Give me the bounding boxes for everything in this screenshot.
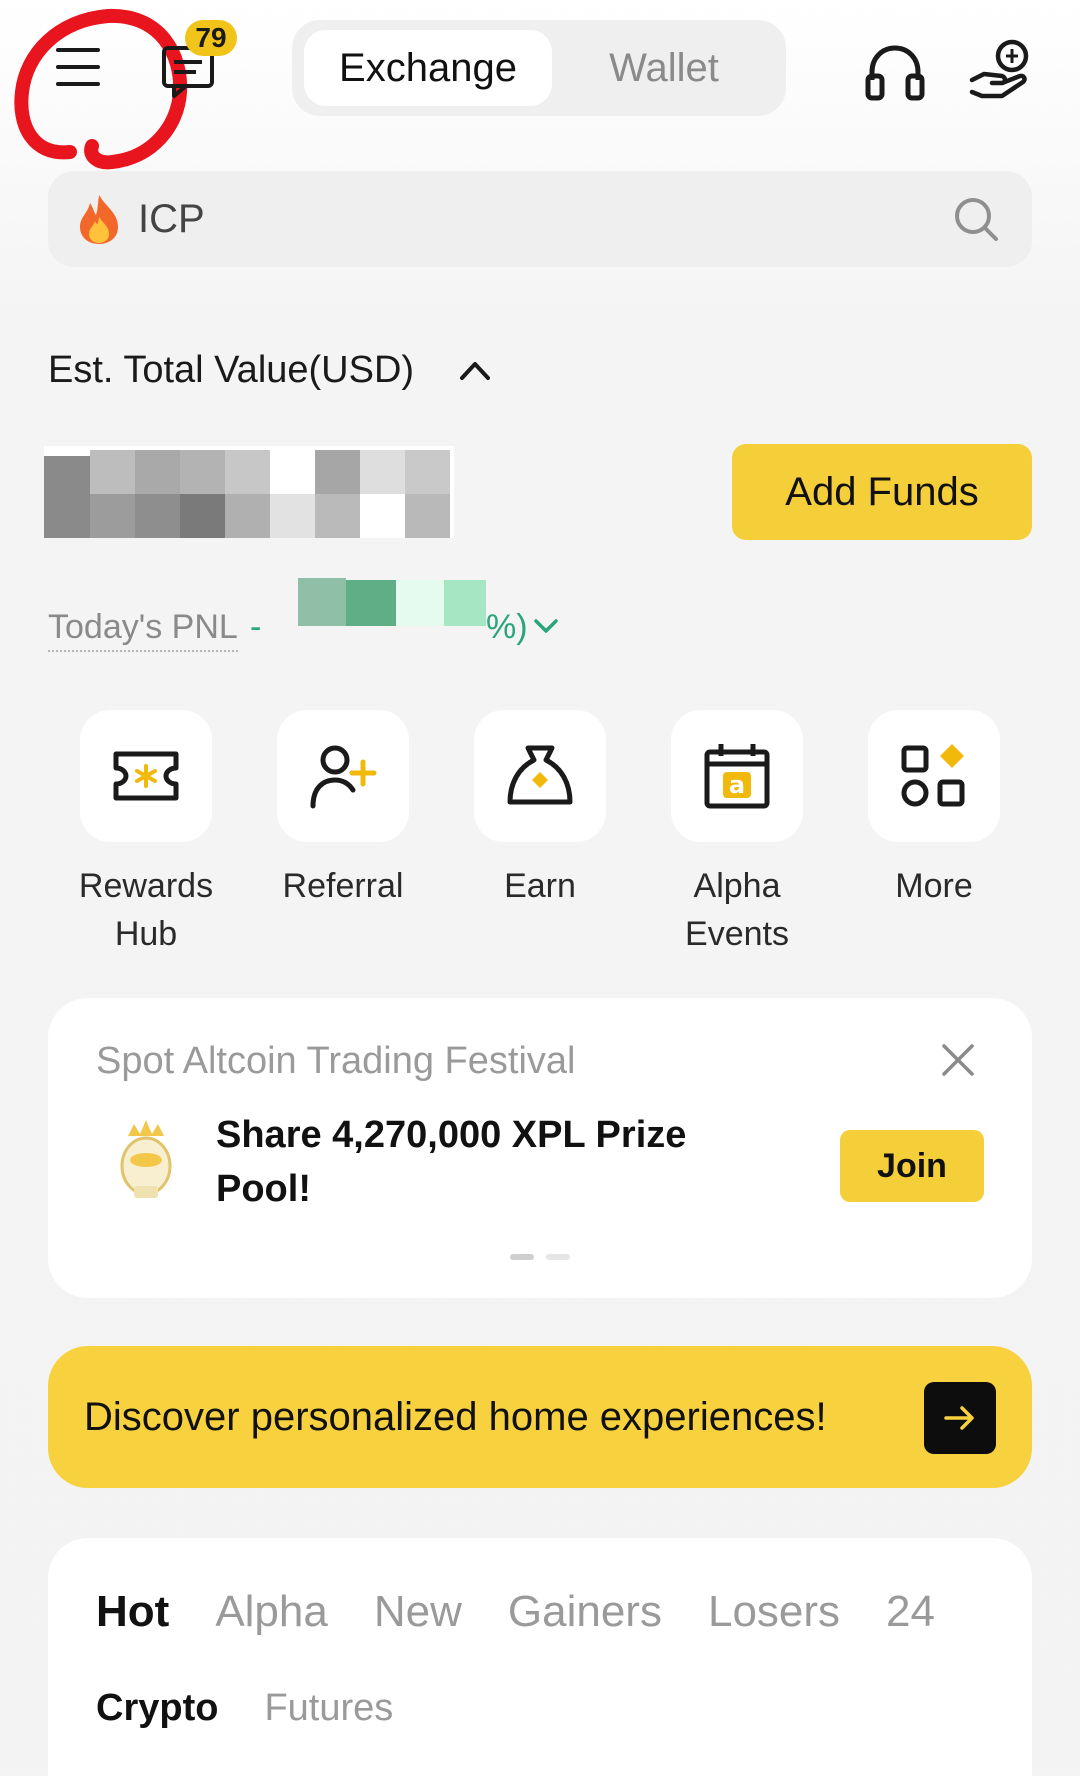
shortcut-icon-tile — [474, 710, 606, 842]
shortcut-icon-tile — [868, 710, 1000, 842]
notification-badge: 79 — [185, 20, 237, 56]
fire-icon — [80, 195, 118, 244]
shortcut-alpha-events[interactable]: a Alpha Events — [647, 710, 827, 958]
close-icon[interactable] — [940, 1042, 976, 1078]
chevron-up-icon[interactable] — [458, 356, 492, 384]
headset-icon — [865, 45, 925, 101]
menu-icon-line — [56, 65, 100, 69]
menu-icon-line — [56, 48, 100, 52]
grid-icon — [901, 744, 965, 807]
svg-text:a: a — [729, 771, 745, 799]
shortcut-label: Earn — [504, 867, 576, 905]
tab-hot[interactable]: Hot — [96, 1584, 169, 1640]
subtab-crypto[interactable]: Crypto — [96, 1682, 218, 1734]
support-button[interactable] — [862, 40, 928, 106]
tab-alpha[interactable]: Alpha — [215, 1584, 328, 1640]
todays-pnl-label[interactable]: Today's PNL — [48, 604, 238, 652]
shortcut-icon-tile — [277, 710, 409, 842]
discover-arrow-button[interactable] — [924, 1382, 996, 1454]
shortcut-rewards-hub[interactable]: Rewards Hub — [56, 710, 236, 958]
calendar-icon: a — [704, 744, 770, 809]
tab-new[interactable]: New — [374, 1584, 462, 1640]
tab-exchange[interactable]: Exchange — [304, 30, 552, 106]
shortcut-earn[interactable]: Earn — [450, 710, 630, 910]
carousel-dot — [546, 1254, 570, 1260]
rewards-gift-button[interactable] — [966, 36, 1036, 106]
promo-title: Spot Altcoin Trading Festival — [96, 1040, 576, 1082]
search-bar[interactable]: ICP — [48, 171, 1032, 267]
tab-gainers[interactable]: Gainers — [508, 1584, 662, 1640]
tab-losers[interactable]: Losers — [708, 1584, 840, 1640]
shortcut-referral[interactable]: Referral — [253, 710, 433, 910]
money-bag-icon — [507, 745, 573, 805]
promo-card[interactable]: Spot Altcoin Trading Festival Share 4,27… — [48, 998, 1032, 1298]
hidden-pnl-mosaic — [298, 578, 486, 626]
promo-illustration — [120, 1120, 172, 1198]
market-card: Hot Alpha New Gainers Losers 24 Crypto Futures — [48, 1538, 1032, 1776]
arrow-right-icon — [944, 1406, 974, 1430]
shortcut-label: Rewards Hub — [78, 867, 214, 953]
pnl-percent-suffix: %) — [486, 608, 528, 646]
carousel-indicator — [510, 1254, 572, 1260]
market-tabs: Hot Alpha New Gainers Losers 24 — [96, 1584, 981, 1640]
shortcut-label: More — [895, 867, 973, 905]
carousel-dot-active — [510, 1254, 534, 1260]
hand-coin-icon — [969, 39, 1029, 99]
exchange-wallet-switch: Exchange Wallet — [292, 20, 786, 116]
add-funds-button[interactable]: Add Funds — [732, 444, 1032, 540]
join-button[interactable]: Join — [840, 1130, 984, 1202]
shortcut-label: Alpha Events — [685, 867, 789, 953]
discover-text: Discover personalized home experiences! — [84, 1395, 827, 1439]
pnl-sign: - — [250, 608, 262, 646]
market-sub-tabs: Crypto Futures — [96, 1682, 439, 1734]
search-placeholder: ICP — [138, 197, 205, 241]
hidden-balance-mosaic — [44, 446, 454, 538]
shortcut-icon-tile — [80, 710, 212, 842]
promo-message: Share 4,270,000 XPL Prize Pool! — [216, 1114, 687, 1210]
add-person-icon — [310, 745, 377, 809]
tab-wallet[interactable]: Wallet — [554, 30, 774, 106]
search-icon[interactable] — [952, 195, 1000, 243]
shortcut-label: Referral — [282, 867, 404, 905]
chevron-down-icon[interactable] — [532, 614, 560, 638]
tabs-fade-overlay — [962, 1568, 1032, 1658]
ticket-icon — [113, 751, 179, 801]
subtab-futures[interactable]: Futures — [264, 1682, 393, 1734]
total-value-label: Est. Total Value(USD) — [48, 349, 415, 391]
tab-24h[interactable]: 24 — [886, 1584, 935, 1640]
shortcut-icon-tile: a — [671, 710, 803, 842]
discover-banner[interactable]: Discover personalized home experiences! — [48, 1346, 1032, 1488]
menu-icon-line — [56, 82, 100, 86]
shortcut-more[interactable]: More — [844, 710, 1024, 910]
menu-button[interactable] — [48, 44, 108, 94]
